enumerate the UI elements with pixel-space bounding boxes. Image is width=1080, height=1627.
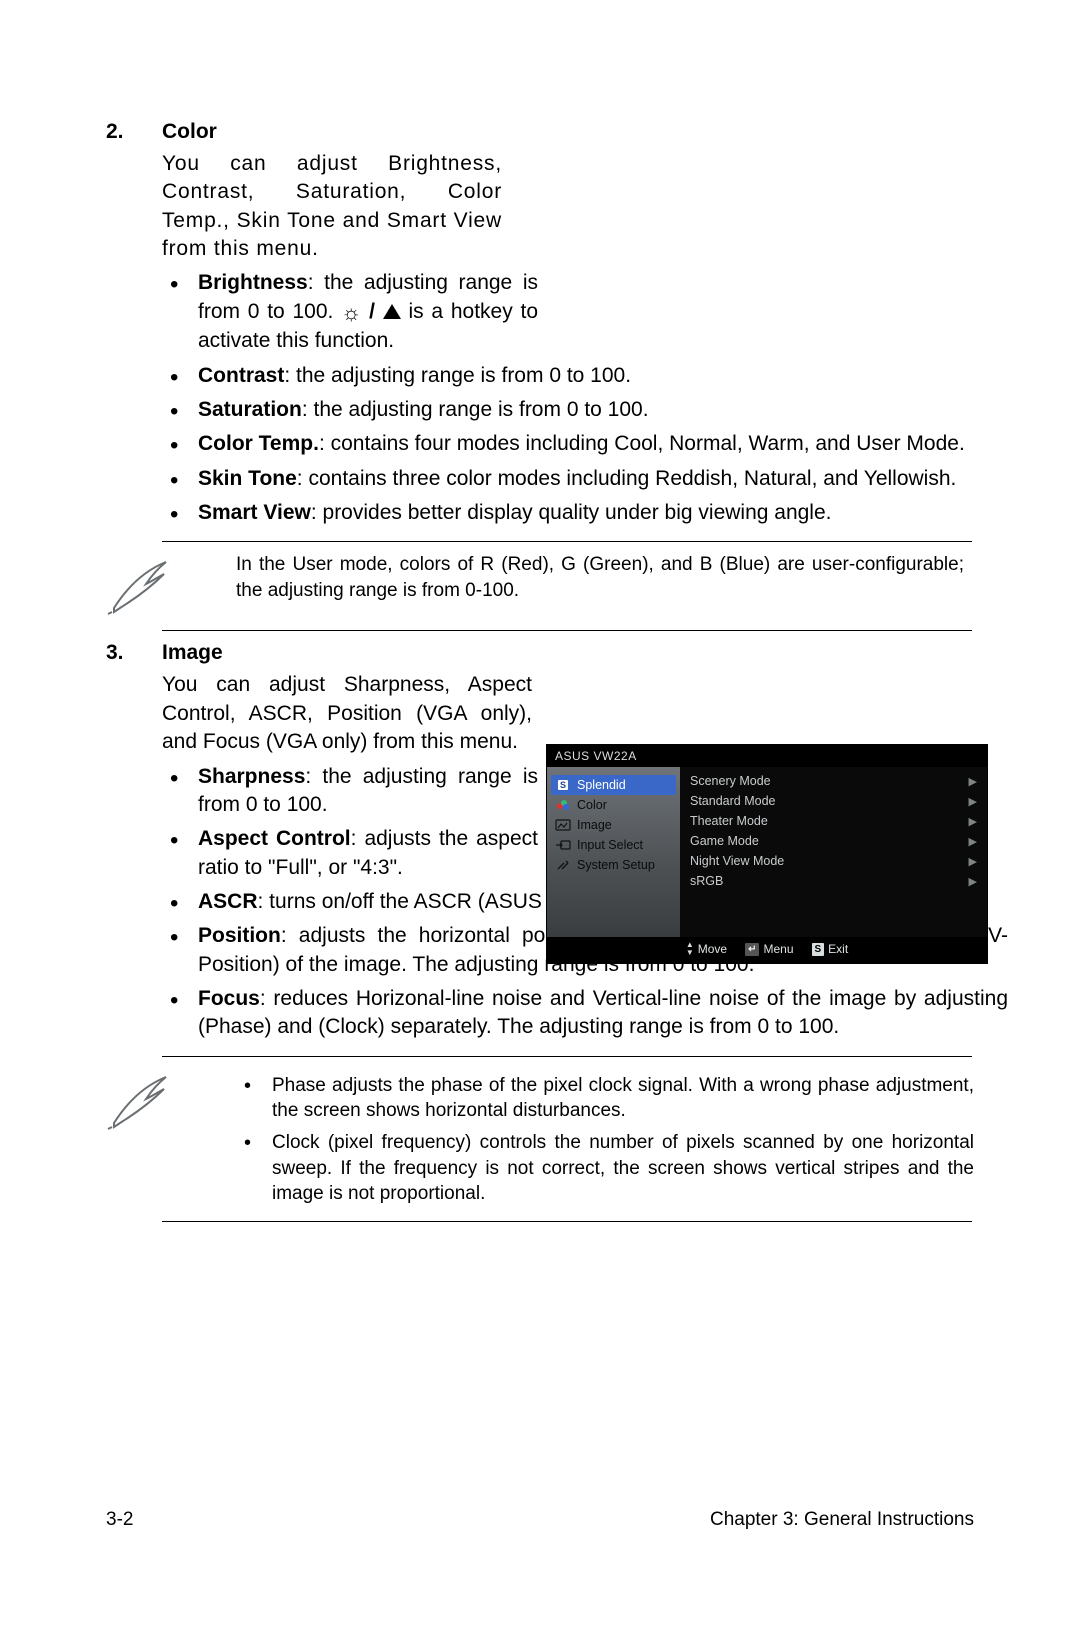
osd-title: ASUS VW22A: [547, 745, 987, 767]
note-phase: Phase adjusts the phase of the pixel clo…: [236, 1073, 974, 1124]
color-bullets: Brightness: the adjusting range is from …: [162, 269, 974, 527]
triangle-up-icon: [383, 304, 401, 319]
chevron-right-icon: ▶: [969, 815, 977, 828]
chevron-right-icon: ▶: [969, 795, 977, 808]
osd-side-splendid: S Splendid: [551, 775, 676, 795]
section-title: Image: [162, 641, 223, 665]
chevron-right-icon: ▶: [969, 855, 977, 868]
chapter-label: Chapter 3: General Instructions: [710, 1509, 974, 1531]
enter-key-icon: ↵: [745, 943, 759, 956]
color-intro: You can adjust Brightness, Contrast, Sat…: [162, 150, 502, 263]
manual-page: 2. Color You can adjust Brightness, Cont…: [0, 0, 1080, 1627]
bullet-color-temp: Color Temp.: contains four modes includi…: [162, 430, 1008, 458]
osd-foot-menu: ↵Menu: [745, 942, 793, 956]
page-footer: 3-2 Chapter 3: General Instructions: [106, 1509, 974, 1531]
color-note: In the User mode, colors of R (Red), G (…: [106, 552, 974, 616]
osd-mode-theater: Theater Mode▶: [686, 811, 981, 831]
chevron-right-icon: ▶: [969, 875, 977, 888]
divider: [162, 630, 972, 631]
updown-icon: ▲▼: [686, 941, 694, 957]
input-icon: [555, 838, 571, 852]
osd-footer: ▲▼Move ↵Menu SExit: [547, 937, 987, 963]
page-number: 3-2: [106, 1509, 133, 1531]
osd-foot-move: ▲▼Move: [686, 941, 727, 957]
divider: [162, 1221, 972, 1222]
osd-mode-srgb: sRGB▶: [686, 871, 981, 891]
osd-screenshot: ASUS VW22A S Splendid Color Image: [546, 744, 988, 964]
note-clock: Clock (pixel frequency) controls the num…: [236, 1130, 974, 1207]
palette-icon: [555, 798, 571, 812]
section-number: 3.: [106, 641, 162, 665]
osd-side-image: Image: [551, 815, 676, 835]
bullet-sharpness: Sharpness: the adjusting range is from 0…: [162, 763, 538, 820]
bullet-contrast: Contrast: the adjusting range is from 0 …: [162, 362, 1008, 390]
slash: /: [369, 300, 375, 323]
divider: [162, 541, 972, 542]
osd-mode-standard: Standard Mode▶: [686, 791, 981, 811]
color-note-text: In the User mode, colors of R (Red), G (…: [206, 552, 974, 616]
bullet-aspect-control: Aspect Control: adjusts the aspect ratio…: [162, 825, 538, 882]
osd-mode-game: Game Mode▶: [686, 831, 981, 851]
bullet-skin-tone: Skin Tone: contains three color modes in…: [162, 465, 1008, 493]
bullet-saturation: Saturation: the adjusting range is from …: [162, 396, 1008, 424]
osd-foot-exit: SExit: [812, 942, 849, 956]
bullet-smart-view: Smart View: provides better display qual…: [162, 499, 1008, 527]
quill-icon: [106, 552, 206, 616]
section-number: 2.: [106, 120, 162, 144]
chevron-right-icon: ▶: [969, 835, 977, 848]
image-notes: Phase adjusts the phase of the pixel clo…: [106, 1067, 974, 1207]
osd-side-input: Input Select: [551, 835, 676, 855]
chevron-right-icon: ▶: [969, 775, 977, 788]
image-icon: [555, 818, 571, 832]
image-intro: You can adjust Sharpness, Aspect Control…: [162, 671, 532, 756]
sun-icon: ☼: [341, 298, 361, 328]
osd-mode-night: Night View Mode▶: [686, 851, 981, 871]
osd-mode-scenery: Scenery Mode▶: [686, 771, 981, 791]
bullet-brightness: Brightness: the adjusting range is from …: [162, 269, 538, 355]
section-heading-image: 3. Image: [106, 641, 974, 665]
bullet-focus: Focus: reduces Horizonal-line noise and …: [162, 985, 1008, 1042]
osd-side-color: Color: [551, 795, 676, 815]
quill-icon: [106, 1067, 206, 1207]
divider: [162, 1056, 972, 1057]
image-note-bullets: Phase adjusts the phase of the pixel clo…: [236, 1073, 974, 1207]
osd-side-system: System Setup: [551, 855, 676, 875]
osd-main: Scenery Mode▶ Standard Mode▶ Theater Mod…: [680, 767, 987, 937]
section-title: Color: [162, 120, 217, 144]
section-heading-color: 2. Color: [106, 120, 974, 144]
s-key-icon: S: [812, 943, 825, 956]
s-icon: S: [555, 778, 571, 792]
osd-sidebar: S Splendid Color Image: [547, 767, 680, 937]
tools-icon: [555, 858, 571, 872]
